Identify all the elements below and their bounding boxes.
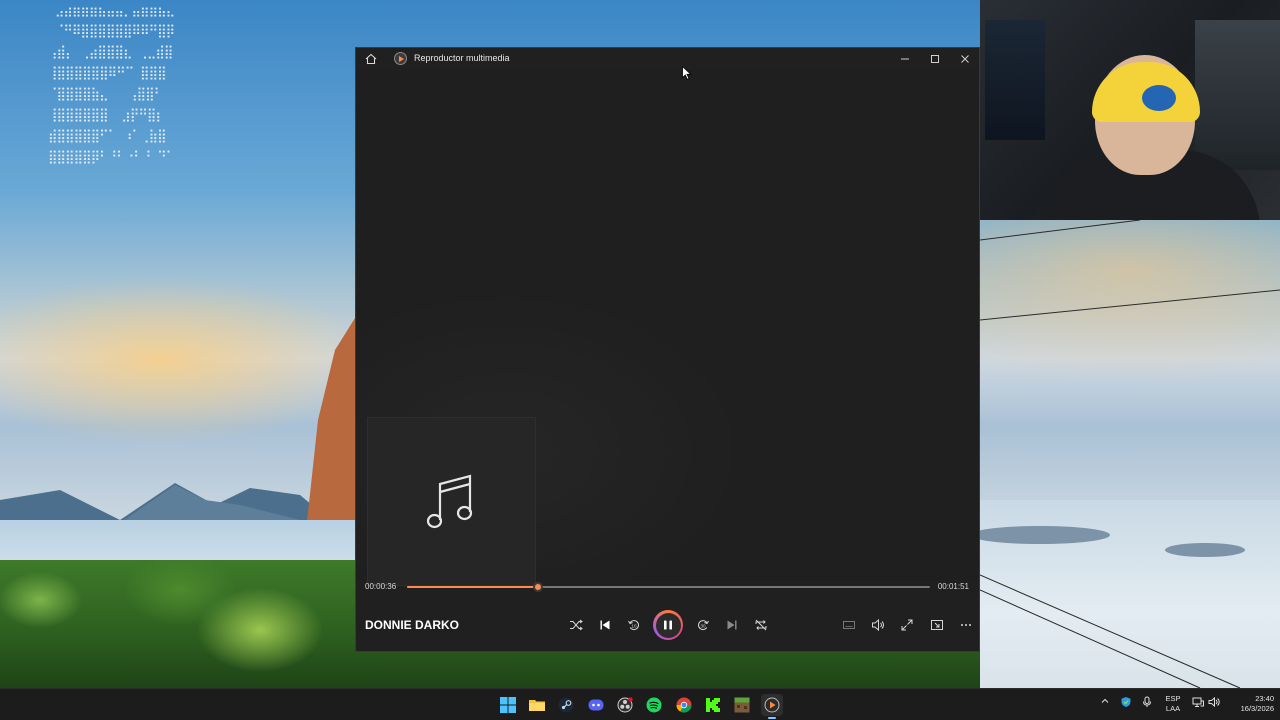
- more-icon: [961, 624, 971, 626]
- taskbar: ESP LAA 23:40 16/3/2026: [0, 688, 1280, 720]
- microphone-icon[interactable]: [1142, 696, 1152, 711]
- webcam-window-right: [1195, 20, 1280, 170]
- close-icon: [961, 55, 969, 63]
- media-player-taskbar-icon: [764, 697, 780, 713]
- chrome-icon: [676, 697, 692, 713]
- seek-bar-thumb[interactable]: [532, 582, 543, 592]
- time-elapsed: 00:00:36: [365, 582, 397, 591]
- taskbar-chrome[interactable]: [673, 694, 695, 716]
- captions-button[interactable]: [840, 616, 858, 634]
- media-player-window: Reproductor multimedia 00:00:36 00:01:51: [355, 47, 980, 652]
- braille-art: ⣠⣴⣶⣶⣶⣦⣤⣤⡀⣤⣶⣶⣦⣄ ⠈⠛⠿⣿⣿⣿⣿⣿⣿⠿⠿⠛⣿⡿ ⢠⣾⡄ ⢀⣴⣿⣿⣿⣆…: [48, 3, 175, 165]
- media-player-icon: [394, 52, 407, 65]
- shuffle-button[interactable]: [567, 616, 585, 634]
- maximize-icon: [931, 55, 939, 63]
- input-language-indicator[interactable]: ESP LAA: [1160, 694, 1186, 714]
- minimize-icon: [901, 58, 909, 60]
- minecraft-icon: [734, 697, 750, 713]
- play-pause-button[interactable]: [653, 610, 683, 640]
- window-title: Reproductor multimedia: [414, 53, 510, 63]
- previous-button[interactable]: [596, 616, 614, 634]
- kick-icon: [706, 698, 720, 712]
- volume-icon: [872, 618, 884, 632]
- webcam-overlay: [980, 0, 1280, 220]
- play-pause-inner: [655, 612, 681, 638]
- rewind-10-button[interactable]: 10: [625, 616, 643, 634]
- seek-bar[interactable]: [407, 582, 930, 592]
- start-button[interactable]: [497, 694, 519, 716]
- maximize-button[interactable]: [920, 48, 950, 70]
- steam-icon: [558, 697, 574, 713]
- miniplayer-button[interactable]: [928, 616, 946, 634]
- network-icon[interactable]: [1192, 696, 1204, 711]
- speaker-icon[interactable]: [1208, 696, 1220, 711]
- clock-time: 23:40: [1255, 694, 1274, 703]
- repeat-off-icon: [755, 619, 767, 631]
- beanie-logo: [1142, 85, 1176, 111]
- cable-lines: [980, 220, 1280, 689]
- seek-bar-fill: [407, 586, 538, 588]
- taskbar-media-player[interactable]: [761, 694, 783, 719]
- taskbar-steam[interactable]: [555, 694, 577, 716]
- rewind-10-icon: 10: [628, 620, 639, 631]
- song-title: DONNIE DARKO: [365, 618, 460, 632]
- security-shield-icon[interactable]: [1120, 696, 1132, 711]
- miniplayer-icon: [931, 620, 943, 630]
- lang-line-2: LAA: [1165, 704, 1181, 713]
- progress-row: 00:00:36 00:01:51: [356, 580, 979, 594]
- next-button[interactable]: [723, 616, 741, 634]
- taskbar-obs[interactable]: [614, 694, 636, 716]
- next-icon: [727, 620, 737, 630]
- time-total: 00:01:51: [937, 582, 969, 591]
- controls-row: DONNIE DARKO 10 30: [356, 608, 979, 642]
- volume-button[interactable]: [869, 616, 887, 634]
- music-note-icon: [426, 474, 472, 528]
- repeat-button[interactable]: [752, 616, 770, 634]
- webcam-window-left: [985, 20, 1045, 140]
- media-display-area[interactable]: [356, 70, 979, 586]
- discord-icon: [588, 699, 604, 711]
- forward-30-icon: 30: [698, 620, 709, 631]
- captions-icon: [843, 621, 855, 629]
- close-button[interactable]: [950, 48, 980, 70]
- fullscreen-button[interactable]: [898, 616, 916, 634]
- svg-text:30: 30: [700, 624, 706, 629]
- obs-icon: [617, 697, 633, 713]
- lang-line-1: ESP: [1165, 694, 1181, 703]
- spotify-icon: [646, 697, 662, 713]
- taskbar-discord[interactable]: [585, 694, 607, 716]
- mouse-cursor-icon: [682, 66, 692, 80]
- windows-start-icon: [500, 697, 516, 713]
- folder-icon: [529, 700, 545, 711]
- clock-date: 16/3/2026: [1240, 704, 1274, 713]
- home-icon[interactable]: [364, 52, 378, 66]
- taskbar-clock[interactable]: 23:40 16/3/2026: [1222, 694, 1274, 714]
- taskbar-spotify[interactable]: [643, 694, 665, 716]
- tray-overflow-chevron-icon[interactable]: [1100, 696, 1110, 709]
- album-art-placeholder: [367, 417, 536, 586]
- title-bar[interactable]: Reproductor multimedia: [356, 48, 979, 70]
- minimize-button[interactable]: [890, 48, 920, 70]
- shuffle-icon: [570, 619, 583, 631]
- taskbar-minecraft[interactable]: [731, 694, 753, 716]
- fullscreen-icon: [901, 619, 913, 631]
- taskbar-kick[interactable]: [702, 694, 724, 716]
- previous-icon: [600, 620, 610, 630]
- pause-icon: [664, 620, 672, 630]
- more-options-button[interactable]: [957, 616, 975, 634]
- taskbar-file-explorer[interactable]: [526, 694, 548, 716]
- forward-30-button[interactable]: 30: [694, 616, 712, 634]
- svg-text:10: 10: [631, 624, 637, 629]
